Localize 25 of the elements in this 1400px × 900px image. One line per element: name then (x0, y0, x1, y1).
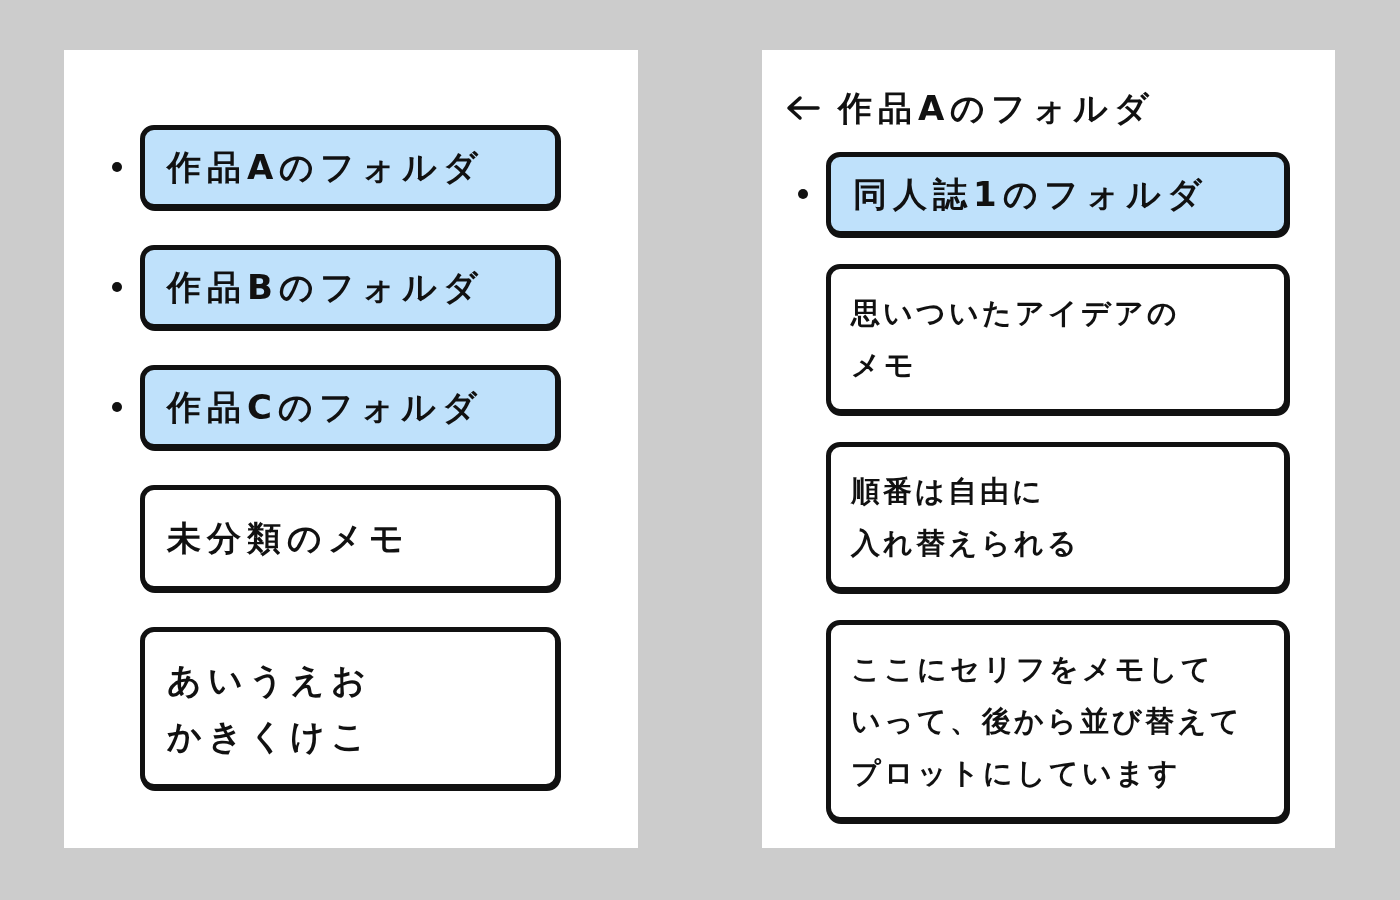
memo-text: いって、後から並び替えて (851, 703, 1243, 740)
memo-card[interactable]: 未分類のメモ (140, 485, 560, 591)
memo-text: あいうえお (167, 659, 372, 702)
memo-text: プロットにしています (851, 755, 1181, 792)
memo-text: かきくけこ (167, 715, 372, 758)
memo-card[interactable]: 思いついたアイデアの メモ (826, 264, 1289, 414)
memo-card[interactable]: 順番は自由に 入れ替えられる (826, 442, 1289, 592)
memo-text: メモ (851, 347, 917, 384)
bullet-icon (798, 189, 808, 199)
bullet-icon (112, 402, 122, 412)
folder-item[interactable]: 作品Aのフォルダ (140, 125, 560, 209)
memo-text: 順番は自由に (851, 473, 1045, 510)
folder-item[interactable]: 作品Cのフォルダ (140, 365, 560, 449)
bullet-icon (112, 162, 122, 172)
bullet-icon (112, 282, 122, 292)
memo-card[interactable]: あいうえお かきくけこ (140, 627, 560, 789)
memo-text: 思いついたアイデアの (851, 295, 1180, 332)
memo-card[interactable]: ここにセリフをメモして いって、後から並び替えて プロットにしています (826, 620, 1289, 822)
folder-item[interactable]: 同人誌1のフォルダ (826, 152, 1289, 236)
memo-text: 未分類のメモ (167, 517, 410, 560)
folder-title: 作品Aのフォルダ (838, 87, 1156, 130)
memo-text: 入れ替えられる (851, 525, 1080, 562)
memo-text: ここにセリフをメモして (851, 651, 1214, 688)
folder-item[interactable]: 作品Bのフォルダ (140, 245, 560, 329)
back-arrow-icon[interactable] (786, 95, 820, 121)
